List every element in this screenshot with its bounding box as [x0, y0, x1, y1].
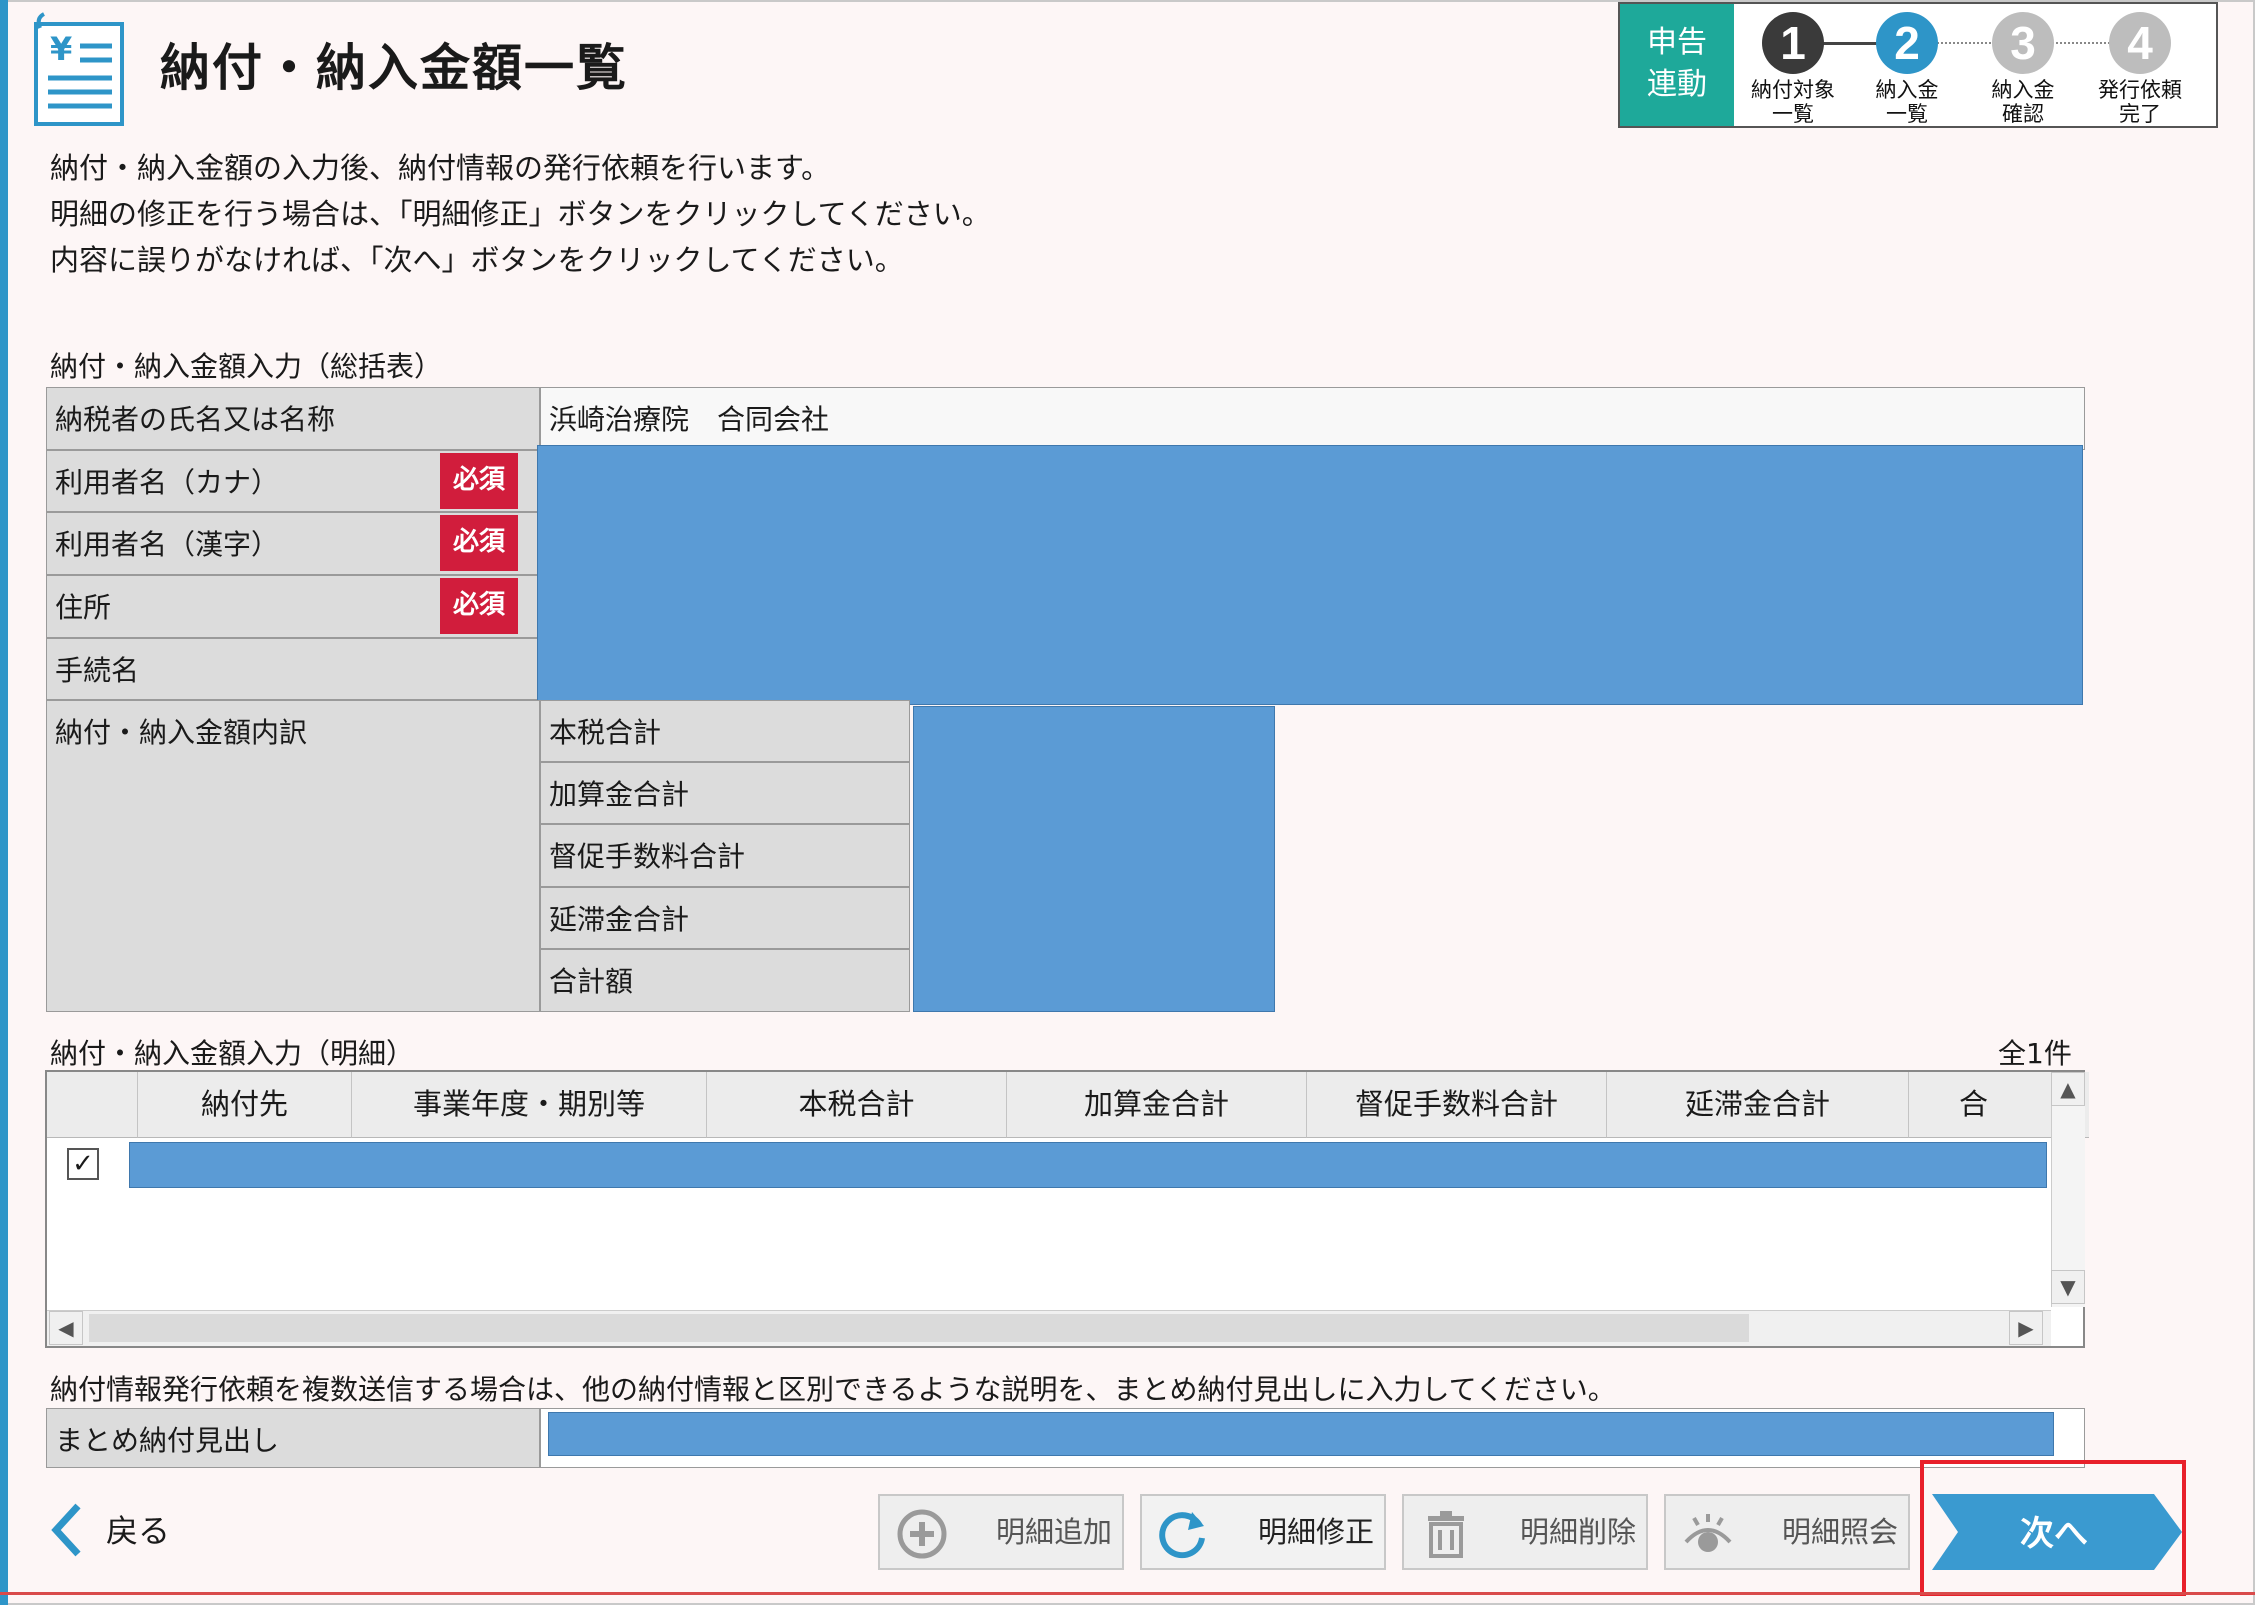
step-3-number: 3 — [1992, 12, 2054, 74]
grid-header-principal[interactable]: 本税合計 — [707, 1072, 1007, 1138]
document-yen-icon: ¥ — [34, 12, 124, 126]
horizontal-scroll-thumb[interactable] — [89, 1314, 1749, 1342]
step-4: 4 発行依頼 完了 — [2085, 12, 2195, 126]
svg-text:¥: ¥ — [50, 30, 72, 68]
trash-icon — [1428, 1511, 1464, 1558]
detail-grid: 納付先 事業年度・期別等 本税合計 加算金合計 督促手数料合計 延滞金合計 合 … — [45, 1070, 2089, 1348]
summary-heading-note: 納付情報発行依頼を複数送信する場合は、他の納付情報と区別できるような説明を、まと… — [50, 1373, 1616, 1406]
plus-circle-icon — [897, 1509, 947, 1559]
table-row[interactable]: ✓ — [47, 1138, 2049, 1190]
description-line-2: 明細の修正を行う場合は、「明細修正」ボタンをクリックしてください。 — [50, 197, 991, 231]
eye-icon — [1684, 1514, 1732, 1552]
row-checkbox[interactable]: ✓ — [67, 1148, 99, 1180]
step-4-number: 4 — [2109, 12, 2171, 74]
refresh-icon — [1159, 1512, 1205, 1559]
view-detail-button[interactable]: 明細照会 — [1664, 1494, 1910, 1570]
page-title: 納付・納入金額一覧 — [160, 39, 628, 97]
redacted-user-fields[interactable] — [537, 445, 2083, 705]
scroll-right-icon[interactable]: ▶ — [2009, 1311, 2043, 1345]
add-detail-button[interactable]: 明細追加 — [878, 1494, 1124, 1570]
breakdown-principal-label: 本税合計 — [540, 700, 910, 762]
description-line-1: 納付・納入金額の入力後、納付情報の発行依頼を行います。 — [50, 151, 831, 185]
scroll-down-icon[interactable]: ▼ — [2051, 1270, 2085, 1304]
summary-heading-label: まとめ納付見出し — [46, 1408, 540, 1468]
summary-section-label: 納付・納入金額入力（総括表） — [50, 350, 443, 383]
window-bottom-border — [0, 1592, 2255, 1595]
grid-header-additional[interactable]: 加算金合計 — [1007, 1072, 1307, 1138]
delete-detail-button[interactable]: 明細削除 — [1402, 1494, 1648, 1570]
breakdown-demand-fee-label: 督促手数料合計 — [540, 824, 910, 887]
grid-header-period[interactable]: 事業年度・期別等 — [352, 1072, 707, 1138]
step-2-number: 2 — [1876, 12, 1938, 74]
required-badge: 必須 — [440, 578, 518, 634]
redacted-breakdown-values[interactable] — [913, 706, 1275, 1012]
next-label: 次へ — [2020, 1514, 2088, 1554]
breakdown-delinquency-label: 延滞金合計 — [540, 887, 910, 949]
redacted-row-values — [129, 1142, 2047, 1188]
redacted-summary-heading — [548, 1412, 2054, 1456]
step-1-number: 1 — [1762, 12, 1824, 74]
breakdown-label: 納付・納入金額内訳 — [46, 700, 540, 1012]
taxpayer-label: 納税者の氏名又は名称 — [46, 387, 540, 450]
scroll-left-icon[interactable]: ◀ — [49, 1311, 83, 1345]
taxpayer-value: 浜崎治療院 合同会社 — [540, 387, 2085, 450]
grid-header-payee[interactable]: 納付先 — [138, 1072, 352, 1138]
description-line-3: 内容に誤りがなければ、「次へ」ボタンをクリックしてください。 — [50, 243, 904, 277]
step-2: 2 納入金 一覧 — [1852, 12, 1962, 126]
required-badge: 必須 — [440, 453, 518, 509]
steps-mode-label: 申告 連動 — [1620, 4, 1734, 126]
chevron-left-icon — [51, 1503, 81, 1557]
grid-header-select — [47, 1072, 138, 1138]
window-accent-bar — [0, 0, 8, 1605]
grid-header-demand-fee[interactable]: 督促手数料合計 — [1307, 1072, 1607, 1138]
edit-detail-button[interactable]: 明細修正 — [1140, 1494, 1386, 1570]
next-button[interactable]: 次へ — [1928, 1490, 2186, 1574]
required-badge: 必須 — [440, 515, 518, 571]
step-1: 1 納付対象 一覧 — [1738, 12, 1848, 126]
back-button[interactable]: 戻る — [48, 1500, 208, 1560]
procedure-label: 手続名 — [46, 638, 540, 700]
scroll-up-icon[interactable]: ▲ — [2051, 1072, 2085, 1106]
breakdown-additional-label: 加算金合計 — [540, 762, 910, 824]
detail-section-label: 納付・納入金額入力（明細） — [50, 1037, 415, 1070]
grid-header-delinquency[interactable]: 延滞金合計 — [1607, 1072, 1909, 1138]
detail-count: 全1件 — [1998, 1037, 2072, 1070]
step-3: 3 納入金 確認 — [1968, 12, 2078, 126]
breakdown-total-label: 合計額 — [540, 949, 910, 1012]
step-indicator: 申告 連動 1 納付対象 一覧 2 納入金 一覧 3 納入金 確認 4 発行依頼… — [1618, 2, 2218, 128]
back-label: 戻る — [106, 1512, 171, 1550]
